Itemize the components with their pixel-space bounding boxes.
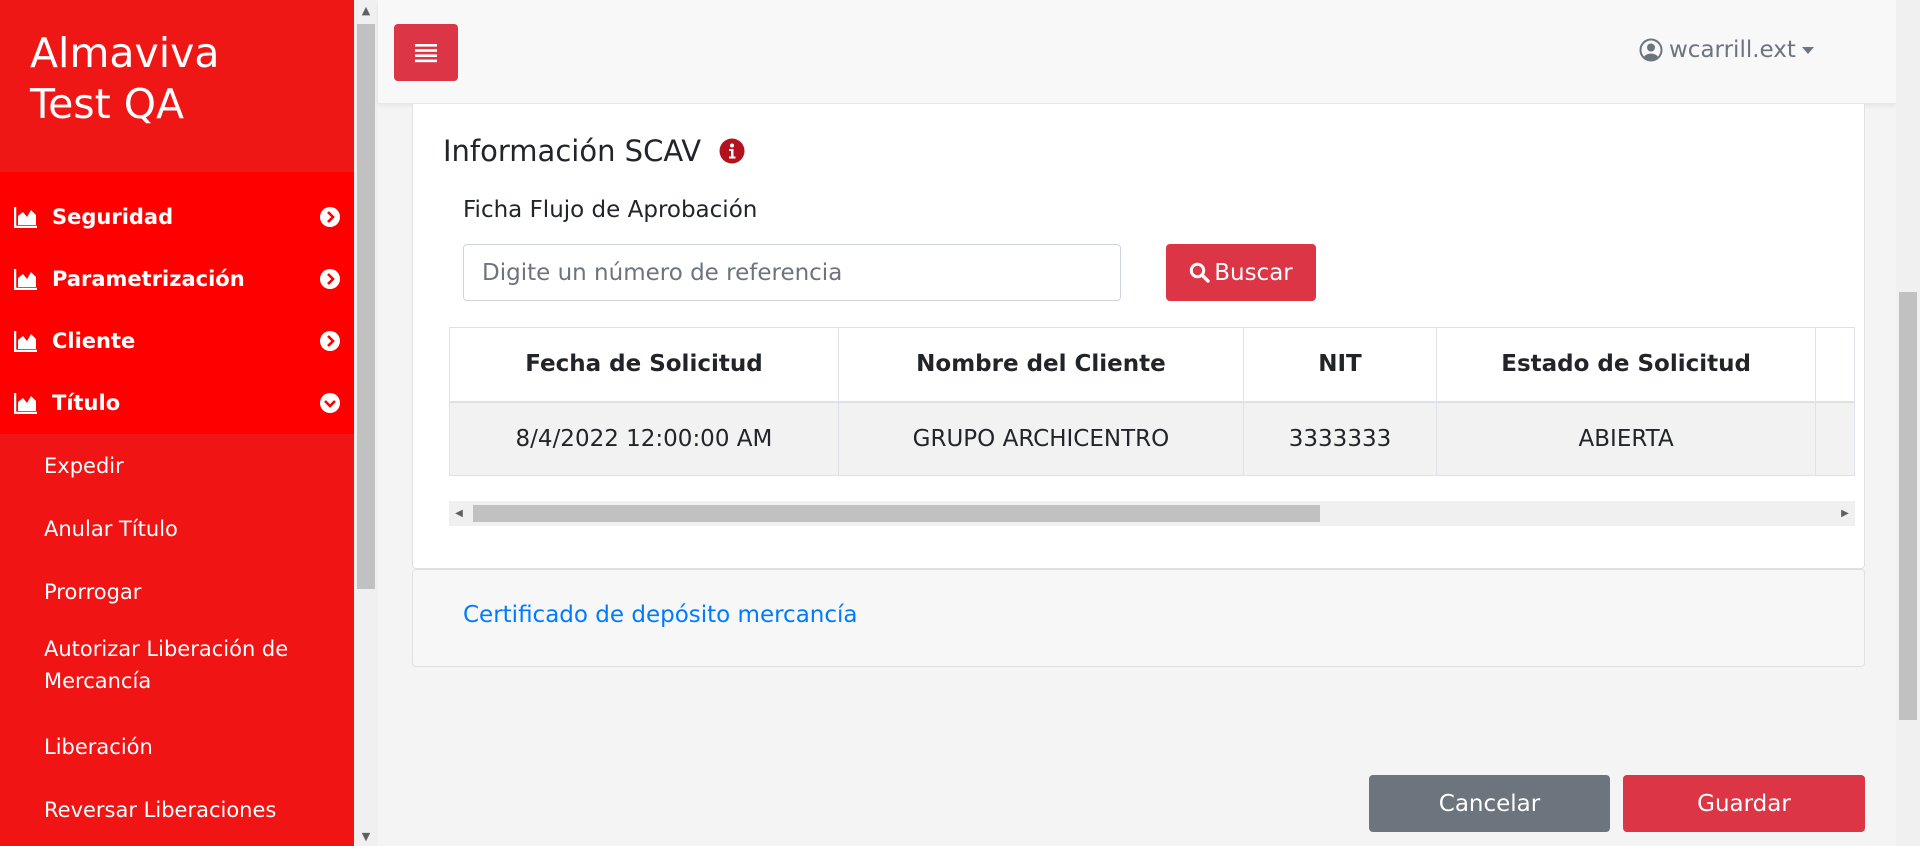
sidebar-subitem-anular-titulo[interactable]: Anular Título	[0, 497, 354, 560]
table-header-row: Fecha de Solicitud Nombre del Cliente NI…	[449, 327, 1855, 403]
cell-nit: 3333333	[1242, 401, 1438, 476]
save-button[interactable]: Guardar	[1623, 775, 1865, 832]
chevron-right-icon	[320, 207, 340, 227]
sidebar-subitem-expedir[interactable]: Expedir	[0, 434, 354, 497]
main-content: wcarrill.ext Información SCAV Ficha Fluj…	[378, 0, 1896, 846]
scav-card: Información SCAV Ficha Flujo de Aprobaci…	[412, 104, 1865, 569]
scroll-right-arrow-icon[interactable]: ▶	[1835, 501, 1855, 526]
sidebar-subitem-autorizar-liberacion[interactable]: Autorizar Liberación de Mercancía	[0, 623, 354, 715]
section-title-text: Información SCAV	[443, 134, 702, 168]
certificate-panel: Certificado de depósito mercancía	[412, 569, 1865, 667]
sidebar-item-cliente[interactable]: Cliente	[0, 310, 354, 372]
cancel-button[interactable]: Cancelar	[1369, 775, 1610, 832]
column-header-estado[interactable]: Estado de Solicitud	[1436, 327, 1817, 403]
topbar: wcarrill.ext	[378, 0, 1896, 104]
chevron-down-icon	[320, 393, 340, 413]
table-row[interactable]: 8/4/2022 12:00:00 AM GRUPO ARCHICENTRO 3…	[449, 401, 1855, 476]
cell-extra	[1815, 401, 1855, 476]
chart-area-icon	[14, 269, 37, 290]
user-circle-icon	[1639, 38, 1663, 62]
brand-logo[interactable]: Almaviva Test QA	[0, 0, 354, 172]
sidebar-subitem-reversar-liberaciones[interactable]: Reversar Liberaciones	[0, 778, 354, 841]
caret-down-icon	[1801, 46, 1814, 54]
scroll-down-arrow-icon[interactable]: ▼	[354, 826, 378, 846]
search-icon	[1190, 262, 1210, 283]
results-table-container: Fecha de Solicitud Nombre del Cliente NI…	[449, 327, 1855, 480]
buscar-button[interactable]: Buscar	[1166, 244, 1316, 301]
chart-area-icon	[14, 393, 37, 414]
column-header-extra	[1815, 327, 1855, 403]
sidebar-item-titulo[interactable]: Título	[0, 372, 354, 434]
column-header-nombre[interactable]: Nombre del Cliente	[837, 327, 1245, 403]
page-scrollbar-thumb[interactable]	[1899, 292, 1917, 720]
sidebar-scrollbar[interactable]: ▲ ▼	[354, 0, 378, 846]
sidebar-item-label: Título	[52, 391, 121, 415]
cell-estado: ABIERTA	[1436, 401, 1817, 476]
section-title: Información SCAV	[443, 134, 745, 168]
sidebar-subitem-liberacion[interactable]: Liberación	[0, 715, 354, 778]
brand-line-2: Test QA	[30, 80, 185, 128]
cell-fecha: 8/4/2022 12:00:00 AM	[449, 401, 839, 476]
results-table: Fecha de Solicitud Nombre del Cliente NI…	[449, 327, 1855, 476]
sidebar-menu: Seguridad Parametrización Cliente Título	[0, 172, 354, 434]
column-header-fecha[interactable]: Fecha de Solicitud	[449, 327, 839, 403]
sidebar-item-label: Cliente	[52, 329, 136, 353]
brand-line-1: Almaviva	[30, 29, 220, 77]
sidebar-item-label: Seguridad	[52, 205, 174, 229]
table-horizontal-scrollbar[interactable]: ◀ ▶	[449, 501, 1855, 526]
scroll-left-arrow-icon[interactable]: ◀	[449, 501, 469, 526]
sidebar-item-seguridad[interactable]: Seguridad	[0, 186, 354, 248]
sidebar-submenu-titulo: Expedir Anular Título Prorrogar Autoriza…	[0, 434, 354, 841]
table-scrollbar-thumb[interactable]	[473, 505, 1320, 522]
scroll-up-arrow-icon[interactable]: ▲	[354, 0, 378, 20]
certificado-deposito-link[interactable]: Certificado de depósito mercancía	[463, 602, 858, 628]
sidebar: Almaviva Test QA Seguridad Parametrizaci…	[0, 0, 354, 846]
sidebar-scrollbar-thumb[interactable]	[357, 24, 375, 589]
reference-number-input[interactable]	[463, 244, 1121, 301]
menu-toggle-button[interactable]	[394, 24, 458, 81]
hamburger-icon	[415, 43, 437, 62]
info-icon[interactable]	[719, 138, 745, 164]
page-scrollbar[interactable]	[1896, 0, 1920, 846]
cell-nombre: GRUPO ARCHICENTRO	[837, 401, 1245, 476]
user-menu[interactable]: wcarrill.ext	[1639, 37, 1814, 63]
username: wcarrill.ext	[1669, 37, 1796, 63]
chevron-right-icon	[320, 331, 340, 351]
column-header-nit[interactable]: NIT	[1242, 327, 1438, 403]
sidebar-subitem-prorrogar[interactable]: Prorrogar	[0, 560, 354, 623]
sidebar-item-parametrizacion[interactable]: Parametrización	[0, 248, 354, 310]
buscar-button-label: Buscar	[1214, 259, 1293, 286]
chart-area-icon	[14, 331, 37, 352]
ficha-flujo-label: Ficha Flujo de Aprobación	[463, 197, 758, 223]
chart-area-icon	[14, 207, 37, 228]
chevron-right-icon	[320, 269, 340, 289]
sidebar-item-label: Parametrización	[52, 267, 245, 291]
